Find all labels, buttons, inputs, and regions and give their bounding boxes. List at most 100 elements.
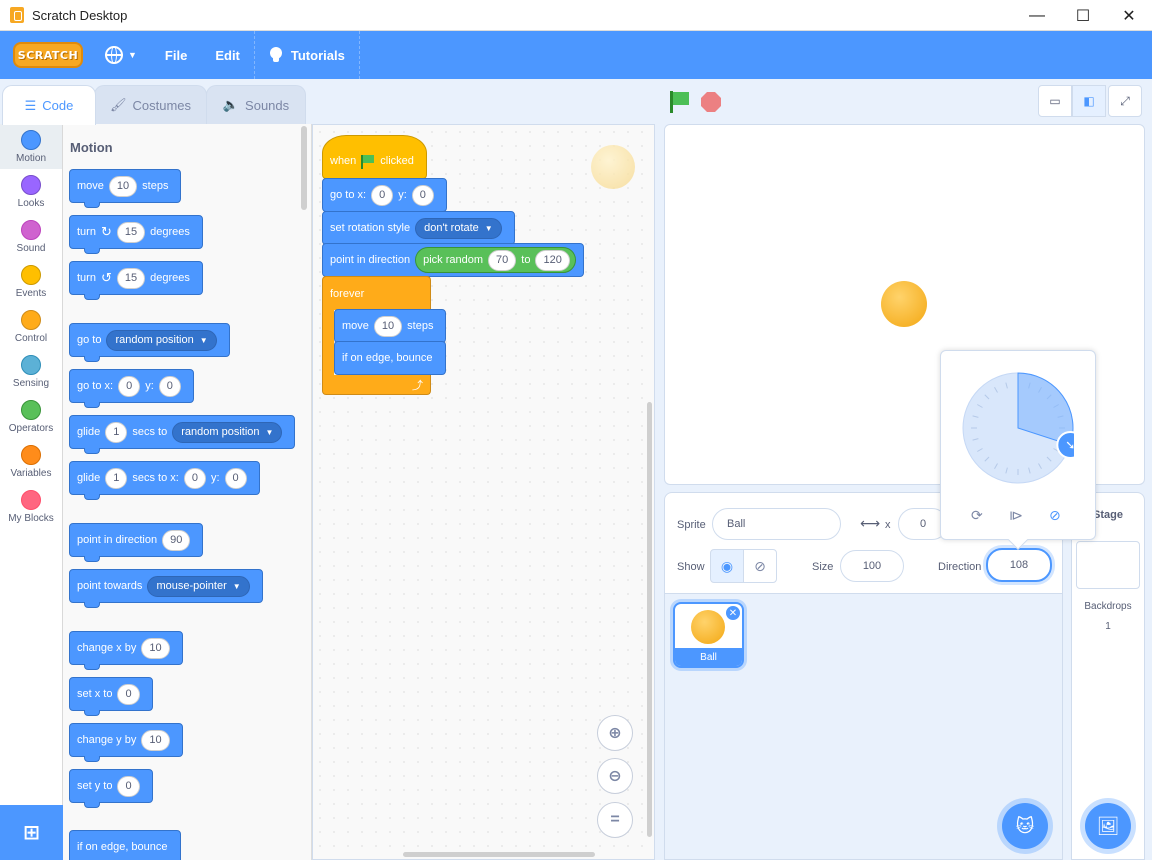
y-input[interactable]: 0: [224, 467, 247, 489]
number-input[interactable]: 10: [141, 637, 170, 659]
go-to-xy-block[interactable]: go to x: 0 y: 0: [322, 178, 447, 212]
change-x-block[interactable]: change x by 10: [69, 631, 183, 670]
direction-field[interactable]: 108: [986, 548, 1052, 582]
x-input[interactable]: 0: [371, 184, 394, 206]
number-input[interactable]: 10: [141, 729, 170, 751]
pick-random-block[interactable]: pick random 70 to 120: [415, 247, 576, 273]
palette-scrollbar[interactable]: [301, 126, 307, 210]
normal-stage-button[interactable]: ◧: [1072, 85, 1106, 117]
direction-input[interactable]: 90: [162, 529, 191, 551]
sprite-name-field[interactable]: Ball: [712, 508, 841, 540]
language-menu[interactable]: ▼: [91, 31, 151, 79]
turn-left-block[interactable]: turn ↺ 15 degrees: [69, 261, 203, 300]
category-my-blocks[interactable]: My Blocks: [0, 484, 62, 529]
direction-dial[interactable]: ➘: [962, 372, 1074, 484]
turn-right-block[interactable]: turn ↻ 15 degrees: [69, 215, 203, 254]
add-extension-button[interactable]: ⊞: [0, 805, 63, 860]
go-to-block[interactable]: go to random position ▼: [69, 323, 230, 362]
zoom-out-button[interactable]: ⊖: [597, 758, 633, 794]
target-dropdown[interactable]: random position ▼: [106, 329, 217, 351]
tab-sounds[interactable]: 🔈 Sounds: [206, 85, 306, 124]
tutorials-menu[interactable]: Tutorials: [255, 31, 359, 79]
script-vertical-scrollbar[interactable]: [647, 402, 652, 837]
glide-to-block[interactable]: glide 1 secs to random position ▼: [69, 415, 296, 454]
small-stage-button[interactable]: ▭: [1038, 85, 1072, 117]
show-visible-button[interactable]: ◉: [710, 549, 744, 583]
delete-sprite-icon[interactable]: ✕: [726, 606, 740, 620]
category-operators[interactable]: Operators: [0, 394, 62, 439]
ball-sprite[interactable]: [881, 281, 927, 327]
tab-costumes-label: Costumes: [132, 97, 192, 113]
category-sound[interactable]: Sound: [0, 214, 62, 259]
add-backdrop-button[interactable]: 🖼: [1085, 803, 1131, 849]
target-dropdown[interactable]: mouse-pointer ▼: [147, 575, 250, 597]
from-input[interactable]: 70: [488, 249, 517, 271]
category-events[interactable]: Events: [0, 259, 62, 304]
zoom-in-button[interactable]: ⊕: [597, 715, 633, 751]
category-sensing[interactable]: Sensing: [0, 349, 62, 394]
show-hidden-button[interactable]: ⊘: [743, 549, 777, 583]
secs-input[interactable]: 1: [105, 421, 128, 443]
point-in-direction-block[interactable]: point in direction pick random 70 to 120: [322, 243, 584, 277]
if-on-edge-bounce-block[interactable]: if on edge, bounce: [69, 830, 181, 860]
number-input[interactable]: 10: [108, 175, 138, 197]
if-on-edge-bounce-block[interactable]: if on edge, bounce: [334, 341, 446, 375]
green-flag-button[interactable]: [668, 91, 692, 113]
secs-input[interactable]: 1: [105, 467, 128, 489]
change-y-block[interactable]: change y by 10: [69, 723, 183, 762]
set-y-block[interactable]: set y to 0: [69, 769, 153, 808]
dont-rotate-icon[interactable]: ⊘: [1049, 507, 1061, 524]
add-sprite-button[interactable]: 🐱: [1002, 803, 1048, 849]
set-rotation-style-block[interactable]: set rotation style don't rotate ▼: [322, 211, 515, 245]
rotation-style-dropdown[interactable]: don't rotate ▼: [415, 217, 502, 239]
point-in-direction-block[interactable]: point in direction 90: [69, 523, 204, 562]
block-text: set rotation style: [330, 222, 411, 234]
x-input[interactable]: 0: [118, 375, 141, 397]
block-text: change y by: [77, 734, 137, 746]
category-control[interactable]: Control: [0, 304, 62, 349]
tab-code-label: Code: [42, 98, 74, 113]
file-menu[interactable]: File: [151, 31, 201, 79]
set-x-block[interactable]: set x to 0: [69, 677, 153, 716]
script-area[interactable]: when clicked go to x: 0 y: 0 set rotation st…: [312, 124, 655, 860]
size-field[interactable]: 100: [840, 550, 904, 582]
target-dropdown[interactable]: random position ▼: [172, 421, 283, 443]
tab-code[interactable]: ☰ Code: [2, 85, 96, 125]
stop-button[interactable]: [701, 92, 721, 112]
number-input[interactable]: 10: [373, 315, 403, 337]
number-input[interactable]: 15: [116, 267, 146, 289]
block-text: steps: [407, 320, 434, 332]
number-input[interactable]: 0: [117, 775, 140, 797]
all-around-rotation-icon[interactable]: ⟳: [971, 507, 983, 524]
stage-selector[interactable]: Stage Backdrops 1 🖼: [1071, 492, 1145, 860]
fullscreen-button[interactable]: ⤢: [1108, 85, 1142, 117]
stage-thumbnail[interactable]: [1076, 541, 1140, 589]
block-notch: [84, 664, 100, 670]
go-to-xy-block[interactable]: go to x: 0 y: 0: [69, 369, 194, 408]
minimize-button[interactable]: —: [1014, 0, 1060, 31]
tab-costumes[interactable]: 🖌 Costumes: [94, 85, 207, 124]
script-horizontal-scrollbar[interactable]: [403, 852, 595, 857]
y-input[interactable]: 0: [158, 375, 181, 397]
move-steps-block[interactable]: move 10 steps: [334, 309, 447, 343]
edit-menu[interactable]: Edit: [201, 31, 254, 79]
y-input[interactable]: 0: [411, 184, 434, 206]
scratch-logo[interactable]: SCRATCH: [13, 42, 83, 68]
forever-block[interactable]: forever: [322, 276, 431, 310]
zoom-reset-button[interactable]: =: [597, 802, 633, 838]
category-looks[interactable]: Looks: [0, 169, 62, 214]
left-right-rotation-icon[interactable]: ⧐: [1009, 507, 1023, 524]
category-variables[interactable]: Variables: [0, 439, 62, 484]
number-input[interactable]: 0: [117, 683, 140, 705]
x-input[interactable]: 0: [183, 467, 206, 489]
close-button[interactable]: ✕: [1106, 0, 1152, 31]
number-input[interactable]: 15: [116, 221, 146, 243]
move-steps-block[interactable]: move 10 steps: [69, 169, 182, 208]
when-flag-clicked-block[interactable]: when clicked: [322, 135, 427, 179]
maximize-button[interactable]: ☐: [1060, 0, 1106, 31]
point-towards-block[interactable]: point towards mouse-pointer ▼: [69, 569, 263, 608]
category-motion[interactable]: Motion: [0, 124, 62, 169]
to-input[interactable]: 120: [535, 249, 570, 271]
glide-to-xy-block[interactable]: glide 1 secs to x: 0 y: 0: [69, 461, 260, 500]
image-plus-icon: 🖼: [1096, 815, 1120, 836]
